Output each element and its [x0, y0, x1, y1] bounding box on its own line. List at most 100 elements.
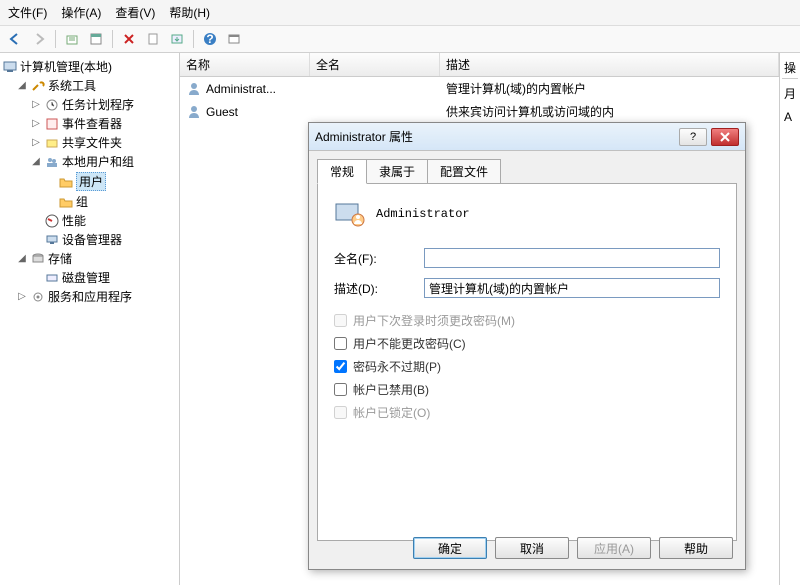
menu-action[interactable]: 操作(A)	[61, 4, 101, 21]
tree-task-scheduler[interactable]: ▷ 任务计划程序	[2, 95, 177, 114]
col-header-name[interactable]: 名称	[180, 53, 310, 76]
folder-icon	[58, 174, 74, 190]
toolbar-separator	[55, 30, 56, 48]
svg-text:?: ?	[206, 32, 213, 46]
actions-text: 月	[782, 79, 798, 108]
event-icon	[44, 116, 60, 132]
tree-label: 存储	[48, 250, 72, 267]
cell-fullname	[310, 102, 440, 121]
menu-bar: 文件(F) 操作(A) 查看(V) 帮助(H)	[0, 0, 800, 26]
help-button[interactable]: ?	[679, 128, 707, 146]
menu-file[interactable]: 文件(F)	[8, 4, 47, 21]
tree-label: 共享文件夹	[62, 134, 122, 151]
toolbar-separator	[193, 30, 194, 48]
collapse-icon[interactable]: ◢	[30, 156, 42, 167]
col-header-fullname[interactable]: 全名	[310, 53, 440, 76]
tree-label: 组	[76, 193, 88, 210]
apply-button[interactable]: 应用(A)	[577, 537, 651, 559]
tree-label: 系统工具	[48, 77, 96, 94]
cell-desc: 管理计算机(域)的内置帐户	[440, 79, 779, 98]
dialog-button-row: 确定 取消 应用(A) 帮助	[413, 537, 733, 559]
description-label: 描述(D):	[334, 280, 424, 297]
tree-label: 本地用户和组	[62, 153, 134, 170]
tree-disk-mgmt[interactable]: 磁盘管理	[2, 268, 177, 287]
dialog-titlebar[interactable]: Administrator 属性 ?	[309, 123, 745, 151]
check-disabled[interactable]: 帐户已禁用(B)	[334, 381, 720, 398]
actions-text: A	[782, 108, 798, 126]
dialog-title: Administrator 属性	[315, 128, 675, 145]
tree-storage[interactable]: ◢ 存储	[2, 249, 177, 268]
refresh-button[interactable]	[142, 28, 164, 50]
help-button[interactable]: ?	[199, 28, 221, 50]
menu-help[interactable]: 帮助(H)	[169, 4, 210, 21]
tree-users[interactable]: 用户	[2, 171, 177, 192]
check-never-expire[interactable]: 密码永不过期(P)	[334, 358, 720, 375]
tab-general[interactable]: 常规	[317, 159, 367, 184]
device-icon	[44, 232, 60, 248]
actions-header: 操	[782, 57, 798, 79]
cancel-button[interactable]: 取消	[495, 537, 569, 559]
tree-label: 磁盘管理	[62, 269, 110, 286]
list-header: 名称 全名 描述	[180, 53, 779, 77]
expand-icon[interactable]: ▷	[30, 118, 42, 129]
storage-icon	[30, 251, 46, 267]
tree-label: 计算机管理(本地)	[20, 58, 112, 75]
tab-panel-general: Administrator 全名(F): 描述(D): 用户下次登录时须更改密码…	[317, 183, 737, 541]
collapse-icon[interactable]: ◢	[16, 253, 28, 264]
forward-button[interactable]	[28, 28, 50, 50]
tree-label: 服务和应用程序	[48, 288, 132, 305]
close-button[interactable]	[711, 128, 739, 146]
disk-icon	[44, 270, 60, 286]
back-button[interactable]	[4, 28, 26, 50]
delete-button[interactable]	[118, 28, 140, 50]
users-icon	[44, 154, 60, 170]
tree-label: 事件查看器	[62, 115, 122, 132]
user-icon	[186, 81, 202, 97]
tree-local-users-groups[interactable]: ◢ 本地用户和组	[2, 152, 177, 171]
tree-label: 任务计划程序	[62, 96, 134, 113]
collapse-icon[interactable]: ◢	[16, 80, 28, 91]
help-button[interactable]: 帮助	[659, 537, 733, 559]
checkbox[interactable]	[334, 337, 347, 350]
tab-profile[interactable]: 配置文件	[427, 159, 501, 184]
window-button[interactable]	[223, 28, 245, 50]
tools-icon	[30, 78, 46, 94]
tree-root[interactable]: 计算机管理(本地)	[2, 57, 177, 76]
expand-icon[interactable]: ▷	[16, 291, 28, 302]
list-row[interactable]: Guest 供来宾访问计算机或访问域的内	[180, 100, 779, 123]
ok-button[interactable]: 确定	[413, 537, 487, 559]
share-icon	[44, 135, 60, 151]
tree-event-viewer[interactable]: ▷ 事件查看器	[2, 114, 177, 133]
toolbar-separator	[112, 30, 113, 48]
tree-groups[interactable]: 组	[2, 192, 177, 211]
properties-button[interactable]	[85, 28, 107, 50]
user-avatar-icon	[334, 198, 366, 230]
description-input[interactable]	[424, 278, 720, 298]
expand-icon[interactable]: ▷	[30, 137, 42, 148]
tree-performance[interactable]: 性能	[2, 211, 177, 230]
export-button[interactable]	[166, 28, 188, 50]
up-button[interactable]	[61, 28, 83, 50]
checkbox[interactable]	[334, 360, 347, 373]
menu-view[interactable]: 查看(V)	[115, 4, 155, 21]
tab-memberof[interactable]: 隶属于	[366, 159, 428, 184]
check-cannot-change[interactable]: 用户不能更改密码(C)	[334, 335, 720, 352]
check-must-change: 用户下次登录时须更改密码(M)	[334, 312, 720, 329]
username-label: Administrator	[376, 207, 470, 221]
tree-device-manager[interactable]: 设备管理器	[2, 230, 177, 249]
checkbox[interactable]	[334, 383, 347, 396]
tree-label: 用户	[76, 172, 106, 191]
list-row[interactable]: Administrat... 管理计算机(域)的内置帐户	[180, 77, 779, 100]
user-icon	[186, 104, 202, 120]
expand-icon[interactable]: ▷	[30, 99, 42, 110]
col-header-desc[interactable]: 描述	[440, 53, 779, 76]
cell-desc: 供来宾访问计算机或访问域的内	[440, 102, 779, 121]
tree-services-apps[interactable]: ▷ 服务和应用程序	[2, 287, 177, 306]
tree-shared-folders[interactable]: ▷ 共享文件夹	[2, 133, 177, 152]
nav-tree: 计算机管理(本地) ◢ 系统工具 ▷ 任务计划程序 ▷ 事件查看器 ▷ 共享文件…	[0, 53, 180, 585]
clock-icon	[44, 97, 60, 113]
fullname-input[interactable]	[424, 248, 720, 268]
fullname-label: 全名(F):	[334, 250, 424, 267]
tree-system-tools[interactable]: ◢ 系统工具	[2, 76, 177, 95]
actions-pane: 操 月 A	[780, 53, 800, 585]
